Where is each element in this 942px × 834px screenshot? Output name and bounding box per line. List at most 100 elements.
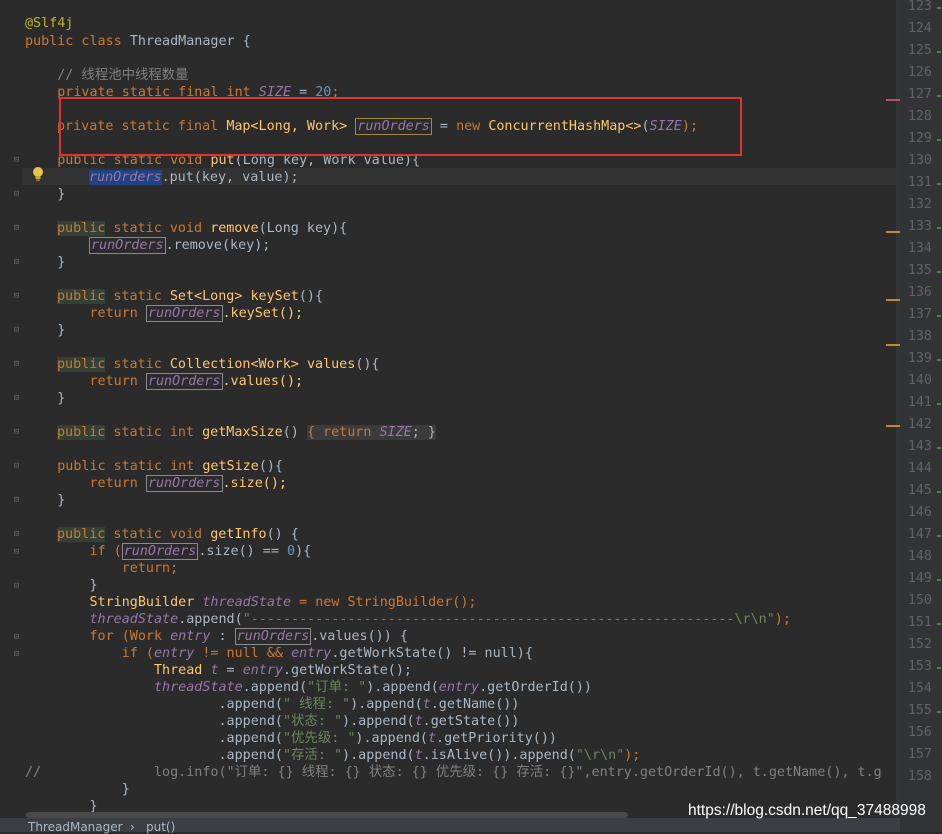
- line-number: 143: [907, 439, 932, 454]
- line-number: 131: [907, 175, 932, 190]
- line-number: 144: [907, 461, 932, 476]
- line-number: 150: [907, 593, 932, 608]
- code-line[interactable]: StringBuilder threadState = new StringBu…: [25, 594, 476, 611]
- line-number: 133: [907, 219, 932, 234]
- fold-icon[interactable]: ⊟: [12, 156, 21, 165]
- code-line[interactable]: }: [25, 577, 97, 594]
- change-marker: [937, 139, 941, 141]
- line-number: 149: [907, 571, 932, 586]
- code-editor[interactable]: ⊟ ⊟ ⊟ ⊟ ⊟ ⊟ ⊟ ⊟ ⊟ ⊟ ⊟ ⊟ ⊟ ⊟ ⊟ ⊟ @Slf4j p…: [0, 0, 900, 815]
- code-line[interactable]: runOrders .remove(key);: [89, 237, 270, 254]
- code-line[interactable]: }: [25, 492, 65, 509]
- code-line[interactable]: .append("优先级: ").append(t.getPriority()): [25, 730, 557, 747]
- fold-icon[interactable]: ⊟: [12, 530, 21, 539]
- line-number: 145: [907, 483, 932, 498]
- warning-stripe-mark[interactable]: [886, 299, 900, 301]
- code-line[interactable]: }: [25, 254, 65, 271]
- line-number: 126: [907, 65, 932, 80]
- change-marker: [937, 623, 941, 625]
- change-marker: [937, 51, 941, 53]
- line-number: 135: [907, 263, 932, 278]
- change-marker: [937, 7, 941, 9]
- line-number: 137: [907, 307, 932, 322]
- change-marker: [937, 271, 941, 273]
- code-line[interactable]: }: [25, 781, 130, 798]
- line-number: 129: [907, 131, 932, 146]
- line-number: 141: [907, 395, 932, 410]
- change-marker: [937, 667, 941, 669]
- code-line[interactable]: public static void getInfo() {: [57, 526, 299, 543]
- fold-gutter: [0, 0, 22, 815]
- code-line[interactable]: return runOrders .size();: [25, 475, 287, 492]
- change-marker: [937, 183, 941, 185]
- code-line[interactable]: return runOrders .keySet();: [25, 305, 303, 322]
- code-line[interactable]: threadState.append("--------------------…: [25, 611, 790, 628]
- fold-icon[interactable]: ⊟: [12, 496, 21, 505]
- code-line[interactable]: Thread t = entry.getWorkState();: [25, 662, 412, 679]
- error-stripe-mark[interactable]: [886, 99, 900, 101]
- code-line[interactable]: }: [25, 186, 65, 203]
- code-line[interactable]: // log.info("订单: {} 线程: {} 状态: {} 优先级: {…: [25, 764, 882, 781]
- fold-icon[interactable]: ⊟: [12, 650, 21, 659]
- line-number: 124: [907, 21, 932, 36]
- code-line[interactable]: if (runOrders .size() == 0){: [25, 543, 311, 560]
- change-marker: [937, 535, 941, 537]
- line-number: 125: [907, 43, 932, 58]
- code-line[interactable]: threadState.append("订单: ").append(entry.…: [25, 679, 592, 696]
- fold-icon[interactable]: ⊟: [12, 394, 21, 403]
- fold-icon[interactable]: ⊟: [12, 258, 21, 267]
- fold-icon[interactable]: ⊟: [12, 360, 21, 369]
- code-line[interactable]: .append("存活: ").append(t.isAlive()).appe…: [25, 747, 640, 764]
- code-line[interactable]: public static void remove(Long key){: [57, 220, 347, 237]
- fold-icon[interactable]: ⊟: [12, 428, 21, 437]
- warning-stripe-mark[interactable]: [886, 344, 900, 346]
- line-number: 157: [907, 747, 932, 762]
- code-line[interactable]: return runOrders .values();: [25, 373, 303, 390]
- code-line[interactable]: if (entry != null && entry.getWorkState(…: [25, 645, 533, 662]
- code-line[interactable]: .append(" 线程: ").append(t.getName()): [25, 696, 519, 713]
- change-marker: [937, 579, 941, 581]
- change-marker: [937, 315, 941, 317]
- lightbulb-icon[interactable]: [31, 166, 45, 182]
- code-line[interactable]: public class ThreadManager {: [25, 33, 251, 50]
- change-marker: [937, 359, 941, 361]
- line-number: 134: [907, 241, 932, 256]
- code-line[interactable]: public static Set<Long> keySet(){: [57, 288, 323, 305]
- fold-icon[interactable]: ⊟: [12, 292, 21, 301]
- code-line[interactable]: runOrders.put(key, value);: [89, 169, 299, 186]
- line-number: 127: [907, 87, 932, 102]
- code-line[interactable]: public static Collection<Work> values(){: [57, 356, 380, 373]
- fold-icon[interactable]: ⊟: [12, 224, 21, 233]
- line-number: 128: [907, 109, 932, 124]
- warning-stripe-mark[interactable]: [886, 425, 900, 427]
- fold-icon[interactable]: ⊟: [12, 633, 21, 642]
- warning-stripe-mark[interactable]: [886, 231, 900, 233]
- line-number: 154: [907, 681, 932, 696]
- line-number: 140: [907, 373, 932, 388]
- line-number: 155: [907, 703, 932, 718]
- code-line[interactable]: .append("状态: ").append(t.getState()): [25, 713, 519, 730]
- fold-icon[interactable]: ⊟: [12, 582, 21, 591]
- highlight-box: [59, 97, 742, 156]
- line-number: 151: [907, 615, 932, 630]
- line-number: 158: [907, 769, 932, 784]
- fold-icon[interactable]: ⊟: [12, 462, 21, 471]
- code-line[interactable]: }: [25, 390, 65, 407]
- code-line[interactable]: @Slf4j: [25, 15, 73, 32]
- code-line[interactable]: public static int getSize(){: [25, 458, 283, 475]
- line-number: 123: [907, 0, 932, 14]
- code-line[interactable]: // 线程池中线程数量: [25, 67, 188, 84]
- line-number: 146: [907, 505, 932, 520]
- change-marker: [937, 711, 941, 713]
- line-number: 132: [907, 197, 932, 212]
- code-line[interactable]: return;: [25, 560, 178, 577]
- code-line[interactable]: for (Work entry : runOrders .values()) {: [25, 628, 408, 645]
- fold-icon[interactable]: ⊟: [12, 190, 21, 199]
- fold-icon[interactable]: ⊟: [12, 326, 21, 335]
- line-number: 142: [907, 417, 932, 432]
- fold-icon[interactable]: ⊟: [12, 548, 21, 557]
- code-line[interactable]: }: [25, 322, 65, 339]
- line-number: 130: [907, 153, 932, 168]
- code-line[interactable]: public static int getMaxSize() { return …: [57, 424, 436, 441]
- change-marker: [937, 491, 941, 493]
